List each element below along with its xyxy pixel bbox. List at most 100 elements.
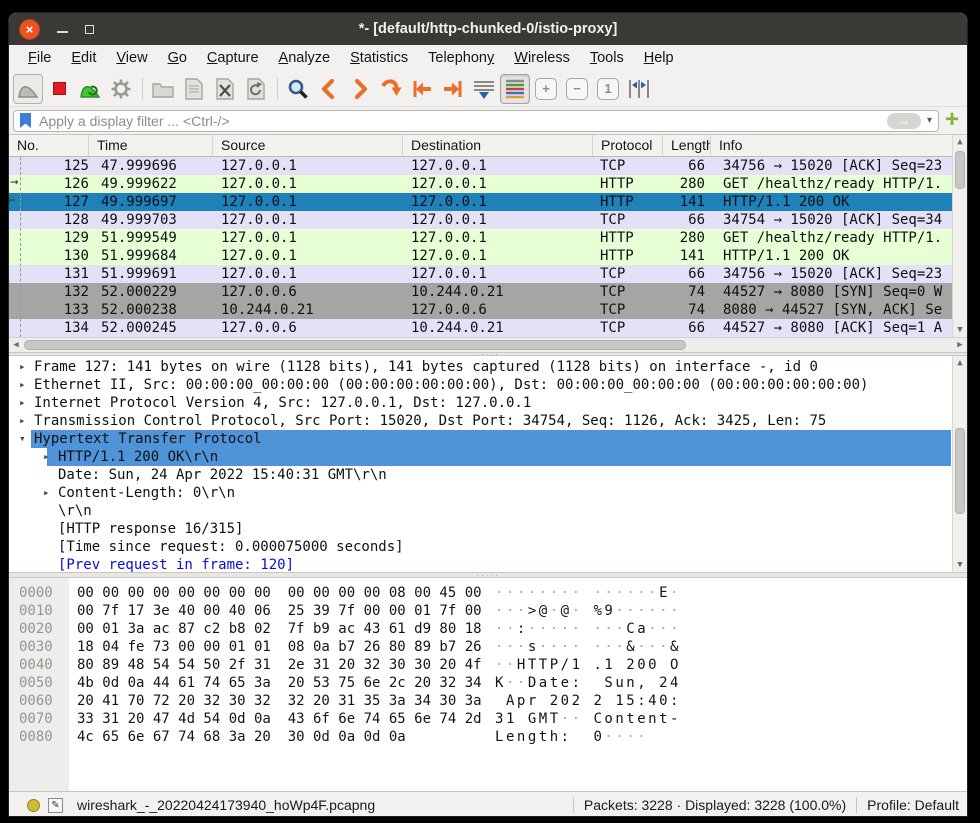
hex-row-0080[interactable]: 00804c 65 6e 67 74 68 3a 20 30 0d 0a 0d … (9, 728, 967, 746)
expander-closed-icon[interactable]: ▸ (19, 412, 26, 430)
hex-row-0030[interactable]: 003018 04 fe 73 00 00 01 01 08 0a b7 26 … (9, 638, 967, 656)
minimize-button[interactable] (57, 31, 68, 33)
restart-capture-button[interactable] (75, 74, 105, 104)
scroll-left-arrow[interactable]: ◀ (9, 338, 23, 352)
expander-closed-icon[interactable]: ▸ (43, 484, 50, 502)
expander-closed-icon[interactable]: ▸ (43, 448, 50, 466)
detail-line-2[interactable]: ▸Internet Protocol Version 4, Src: 127.0… (9, 394, 967, 412)
last-packet-button[interactable] (438, 74, 468, 104)
detail-line-1[interactable]: ▸Ethernet II, Src: 00:00:00_00:00:00 (00… (9, 376, 967, 394)
packet-row-132[interactable]: 13252.000229127.0.0.610.244.0.21TCP74445… (9, 283, 967, 301)
next-packet-button[interactable] (345, 74, 375, 104)
hex-row-0040[interactable]: 004080 89 48 54 54 50 2f 31 2e 31 20 32 … (9, 656, 967, 674)
close-file-button[interactable] (210, 74, 240, 104)
previous-packet-button[interactable] (314, 74, 344, 104)
scrollbar-thumb[interactable] (955, 428, 965, 514)
menu-view[interactable]: View (106, 48, 157, 68)
column-header-destination[interactable]: Destination (403, 135, 593, 156)
column-header-length[interactable]: Length (663, 135, 711, 156)
column-header-time[interactable]: Time (89, 135, 213, 156)
packet-row-131[interactable]: 13151.999691127.0.0.1127.0.0.1TCP6634756… (9, 265, 967, 283)
display-filter-input[interactable] (37, 112, 887, 130)
dropdown-caret-icon[interactable]: ▾ (927, 115, 932, 126)
packet-row-129[interactable]: 12951.999549127.0.0.1127.0.0.1HTTP280GET… (9, 229, 967, 247)
packet-row-127[interactable]: ←12749.999697127.0.0.1127.0.0.1HTTP141HT… (9, 193, 967, 211)
column-header-no[interactable]: No. (9, 135, 89, 156)
scroll-right-arrow[interactable]: ▶ (953, 338, 967, 352)
scroll-down-arrow[interactable]: ▼ (953, 558, 967, 572)
detail-line-6[interactable]: Date: Sun, 24 Apr 2022 15:40:31 GMT\r\n (9, 466, 967, 484)
expander-closed-icon[interactable]: ▸ (19, 376, 26, 394)
hex-row-0010[interactable]: 001000 7f 17 3e 40 00 40 06 25 39 7f 00 … (9, 602, 967, 620)
hex-row-0050[interactable]: 00504b 0d 0a 44 61 74 65 3a 20 53 75 6e … (9, 674, 967, 692)
detail-line-4[interactable]: ▾Hypertext Transfer Protocol (9, 430, 967, 448)
packet-row-128[interactable]: 12849.999703127.0.0.1127.0.0.1TCP6634754… (9, 211, 967, 229)
save-file-button[interactable] (179, 74, 209, 104)
scroll-up-arrow[interactable]: ▲ (953, 356, 967, 370)
expert-info-icon[interactable] (27, 799, 40, 812)
start-capture-button[interactable] (13, 74, 43, 104)
menu-edit[interactable]: Edit (61, 48, 106, 68)
detail-line-10[interactable]: [Time since request: 0.000075000 seconds… (9, 538, 967, 556)
packet-row-125[interactable]: 12547.999696127.0.0.1127.0.0.1TCP6634756… (9, 157, 967, 175)
detail-line-11[interactable]: [Prev request in frame: 120] (9, 556, 967, 572)
zoom-out-button[interactable]: − (562, 74, 592, 104)
add-filter-button[interactable]: + (939, 109, 963, 133)
capture-comment-icon[interactable]: ✎ (48, 798, 63, 813)
maximize-button[interactable] (85, 25, 94, 34)
detail-line-3[interactable]: ▸Transmission Control Protocol, Src Port… (9, 412, 967, 430)
detail-line-8[interactable]: \r\n (9, 502, 967, 520)
capture-options-button[interactable] (106, 74, 136, 104)
close-button[interactable]: × (19, 19, 40, 40)
packet-list-vertical-scrollbar[interactable]: ▲ ▼ (952, 135, 967, 337)
profile-label[interactable]: Profile: Default (867, 797, 959, 813)
scroll-up-arrow[interactable]: ▲ (953, 135, 967, 149)
hex-row-0020[interactable]: 002000 01 3a ac 87 c2 b8 02 7f b9 ac 43 … (9, 620, 967, 638)
detail-line-5[interactable]: ▸HTTP/1.1 200 OK\r\n (9, 448, 967, 466)
expander-open-icon[interactable]: ▾ (19, 430, 26, 448)
detail-line-0[interactable]: ▸Frame 127: 141 bytes on wire (1128 bits… (9, 358, 967, 376)
menu-help[interactable]: Help (634, 48, 684, 68)
display-filter-box[interactable]: → ▾ (13, 110, 939, 132)
colorize-packets-button[interactable] (500, 74, 530, 104)
scrollbar-thumb[interactable] (955, 151, 965, 189)
scroll-down-arrow[interactable]: ▼ (953, 323, 967, 337)
auto-scroll-button[interactable] (469, 74, 499, 104)
menu-file[interactable]: File (18, 48, 61, 68)
packet-row-126[interactable]: →12649.999622127.0.0.1127.0.0.1HTTP280GE… (9, 175, 967, 193)
first-packet-button[interactable] (407, 74, 437, 104)
column-header-protocol[interactable]: Protocol (593, 135, 663, 156)
menu-go[interactable]: Go (158, 48, 197, 68)
reload-file-button[interactable] (241, 74, 271, 104)
hex-row-0060[interactable]: 006020 41 70 72 20 32 30 32 32 20 31 35 … (9, 692, 967, 710)
column-header-source[interactable]: Source (213, 135, 403, 156)
hex-row-0070[interactable]: 007033 31 20 47 4d 54 0d 0a 43 6f 6e 74 … (9, 710, 967, 728)
column-header-info[interactable]: Info (711, 135, 967, 156)
detail-line-9[interactable]: [HTTP response 16/315] (9, 520, 967, 538)
open-file-button[interactable] (148, 74, 178, 104)
menu-wireless[interactable]: Wireless (504, 48, 580, 68)
resize-columns-button[interactable] (624, 74, 654, 104)
goto-packet-button[interactable] (376, 74, 406, 104)
packet-row-130[interactable]: 13051.999684127.0.0.1127.0.0.1HTTP141HTT… (9, 247, 967, 265)
apply-filter-button[interactable]: → (887, 113, 921, 129)
detail-line-7[interactable]: ▸Content-Length: 0\r\n (9, 484, 967, 502)
scrollbar-thumb[interactable] (24, 340, 686, 350)
hex-row-0000[interactable]: 000000 00 00 00 00 00 00 00 00 00 00 00 … (9, 584, 967, 602)
details-vertical-scrollbar[interactable]: ▲ ▼ (952, 356, 967, 572)
zoom-in-button[interactable]: + (531, 74, 561, 104)
packet-row-133[interactable]: 13352.00023810.244.0.21127.0.0.6TCP74808… (9, 301, 967, 319)
packet-row-134[interactable]: 13452.000245127.0.0.610.244.0.21TCP66445… (9, 319, 967, 337)
stop-capture-button[interactable] (44, 74, 74, 104)
menu-telephony[interactable]: Telephony (418, 48, 504, 68)
expander-closed-icon[interactable]: ▸ (19, 394, 26, 412)
bookmark-icon[interactable] (20, 113, 31, 128)
packet-list-horizontal-scrollbar[interactable]: ◀ ▶ (9, 337, 967, 352)
menu-statistics[interactable]: Statistics (340, 48, 418, 68)
menu-capture[interactable]: Capture (197, 48, 269, 68)
find-packet-button[interactable] (283, 74, 313, 104)
zoom-100-button[interactable]: 1 (593, 74, 623, 104)
expander-closed-icon[interactable]: ▸ (19, 358, 26, 376)
menu-tools[interactable]: Tools (580, 48, 634, 68)
menu-analyze[interactable]: Analyze (269, 48, 341, 68)
